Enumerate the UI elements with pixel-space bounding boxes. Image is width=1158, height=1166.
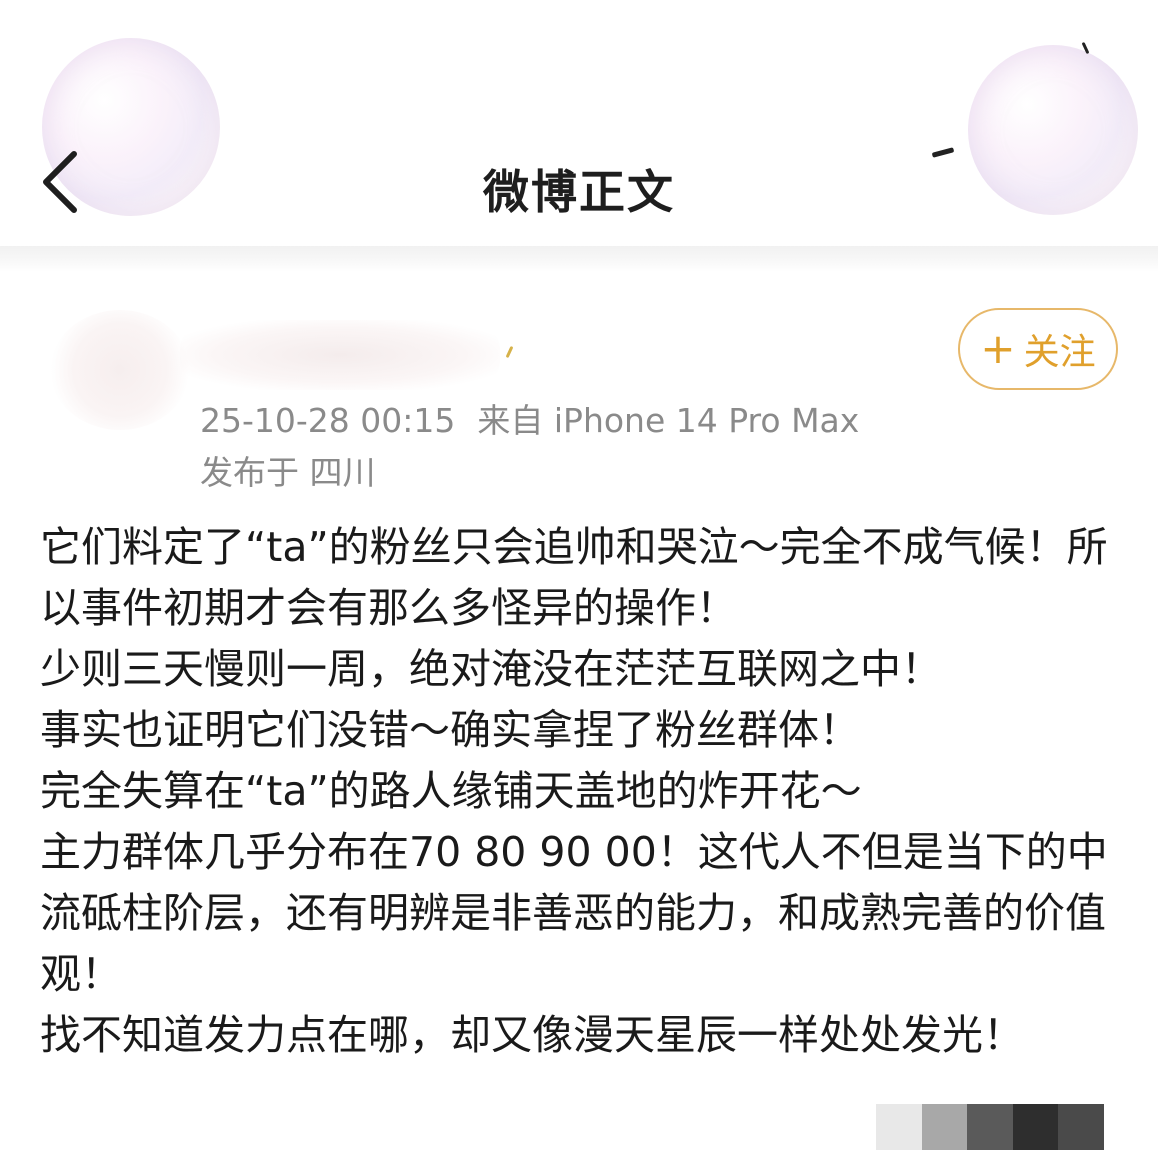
plus-icon: + — [980, 324, 1016, 373]
post-paragraph: 事实也证明它们没错～确实拿捏了粉丝群体！ — [40, 706, 860, 754]
decorative-stroke — [505, 345, 514, 359]
page-title: 微博正文 — [483, 165, 675, 219]
weibo-post-page: 微博正文 + 关注 25-10-28 00:15 来自 iPhone 14 Pro… — [0, 0, 1158, 1166]
post-content: 它们料定了“ta”的粉丝只会追帅和哭泣～完全不成气候！所以事件初期才会有那么多怪… — [40, 517, 1120, 1066]
post-paragraph: 完全失算在“ta”的路人缘铺天盖地的炸开花～ — [40, 767, 862, 815]
author-info: + 关注 25-10-28 00:15 来自 iPhone 14 Pro Max … — [40, 300, 1120, 500]
follow-button[interactable]: + 关注 — [958, 308, 1118, 390]
follow-label: 关注 — [1023, 332, 1096, 373]
post-timestamp: 25-10-28 00:15 — [200, 401, 456, 440]
post-location: 发布于 四川 — [200, 453, 376, 492]
username-blurred[interactable] — [180, 320, 500, 390]
post-meta: 25-10-28 00:15 来自 iPhone 14 Pro Max — [200, 394, 859, 442]
avatar[interactable] — [50, 310, 190, 430]
post-source[interactable]: 来自 iPhone 14 Pro Max — [477, 401, 859, 440]
post-paragraph: 主力群体几乎分布在70 80 90 00！这代人不但是当下的中流砥柱阶层，还有明… — [40, 828, 1108, 998]
header-divider — [0, 246, 1158, 272]
pixelated-watermark — [876, 1104, 1104, 1150]
post-paragraph: 找不知道发力点在哪，却又像漫天星辰一样处处发光！ — [40, 1011, 1024, 1059]
top-nav-bar: 微博正文 — [0, 120, 1158, 240]
post-paragraph: 少则三天慢则一周，绝对淹没在茫茫互联网之中！ — [40, 645, 942, 693]
post-paragraph: 它们料定了“ta”的粉丝只会追帅和哭泣～完全不成气候！所以事件初期才会有那么多怪… — [40, 523, 1108, 632]
